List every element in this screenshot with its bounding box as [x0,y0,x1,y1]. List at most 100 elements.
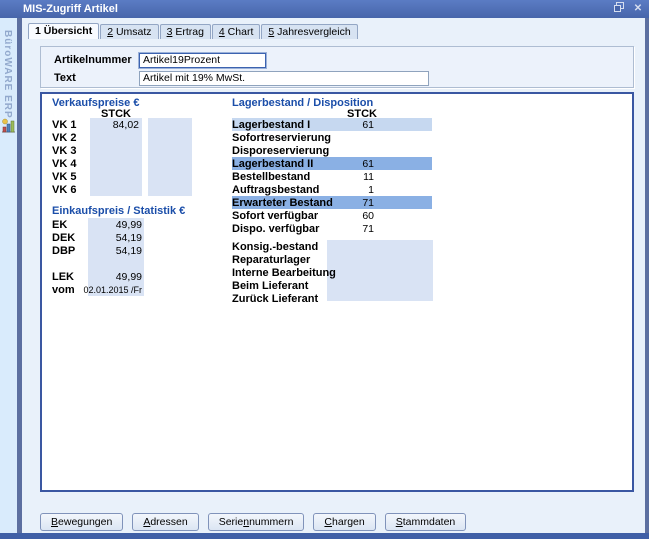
ek-value-cell[interactable]: 49,99 [88,270,144,283]
tab-ertrag[interactable]: 3 Ertrag [160,24,211,39]
chart-icon[interactable] [1,118,16,137]
lager-row: Lagerbestand I61 [232,118,432,131]
window-titlebar[interactable]: MIS-Zugriff Artikel ✕ [0,0,649,18]
vk-row: VK 2 [52,131,192,144]
ek-row [52,257,144,270]
lager-row: Bestellbestand11 [232,170,432,183]
vk-label: VK 4 [52,158,90,170]
button-bar: Bewegungen Adressen Seriennummern Chargen St… [40,513,466,531]
overview-panel: Verkaufspreise € STCK VK 184,02VK 2VK 3V… [40,92,634,492]
ek-table: EK49,99DEK54,19DBP54,19LEK49,99vom02.01.… [52,218,144,296]
ek-value-cell[interactable]: 54,19 [88,244,144,257]
vk-value-cell-2[interactable] [148,118,192,131]
location-label: Reparaturlager [232,254,310,266]
tab-jahresvergleich[interactable]: 5 Jahresvergleich [261,24,357,39]
lager-value: 71 [324,223,374,235]
vk-value-cell[interactable] [90,131,142,144]
vk-table: VK 184,02VK 2VK 3VK 4VK 5VK 6 [52,118,192,196]
ek-value-cell[interactable]: 02.01.2015 /Fr [88,283,144,296]
close-icon: ✕ [634,3,642,15]
tab-chart[interactable]: 4 Chart [212,24,260,39]
location-label: Zurück Lieferant [232,293,318,305]
location-row: Konsig.-bestand [232,240,433,253]
location-label: Interne Bearbeitung [232,267,336,279]
ek-label: LEK [52,271,88,283]
close-button[interactable]: ✕ [632,3,644,15]
restore-button[interactable] [613,3,625,15]
window-title: MIS-Zugriff Artikel [23,3,118,15]
ek-row: LEK49,99 [52,270,144,283]
stammdaten-button[interactable]: Stammdaten [385,513,467,531]
adressen-button[interactable]: Adressen [132,513,198,531]
lager-row: Lagerbestand II61 [232,157,432,170]
vk-label: VK 2 [52,132,90,144]
vk-value-cell[interactable] [90,157,142,170]
ek-row: DBP54,19 [52,244,144,257]
ek-label: DEK [52,232,88,244]
vk-value-cell-2[interactable] [148,183,192,196]
location-row: Reparaturlager [232,253,433,266]
lager-value: 1 [324,184,374,196]
ek-row: vom02.01.2015 /Fr [52,283,144,296]
artikelnummer-row: Artikelnummer [54,52,633,68]
tab-umsatz[interactable]: 2 Umsatz [100,24,158,39]
erp-window: MIS-Zugriff Artikel ✕ BüroWARE ERP 1 Übe… [0,0,649,539]
bottom-frame-bar [0,533,649,539]
text-label: Text [54,72,139,84]
restore-icon [614,2,624,16]
ek-value-cell[interactable]: 54,19 [88,231,144,244]
lager-label: Disporeservierung [232,145,432,157]
ek-label: EK [52,219,88,231]
lager-row: Auftragsbestand1 [232,183,432,196]
sidebar: BüroWARE ERP [0,18,17,533]
lager-value: 61 [324,119,374,131]
lager-value: 71 [324,197,374,209]
bewegungen-button[interactable]: Bewegungen [40,513,123,531]
seriennummern-button[interactable]: Seriennummern [208,513,305,531]
text-input[interactable] [139,71,429,86]
lager-table: Lagerbestand I61SofortreservierungDispor… [232,118,432,235]
vk-label: VK 1 [52,119,90,131]
lager-row: Erwarteter Bestand71 [232,196,432,209]
vk-label: VK 3 [52,145,90,157]
vk-row: VK 4 [52,157,192,170]
lager-value: 60 [324,210,374,222]
lager-row: Sofort verfügbar60 [232,209,432,222]
lager-row: Sofortreservierung [232,131,432,144]
ek-label: DBP [52,245,88,257]
client-area: 1 Übersicht2 Umsatz3 Ertrag4 Chart5 Jahr… [22,18,645,533]
vk-value-cell[interactable] [90,144,142,157]
artikelnummer-input[interactable] [139,53,266,68]
vk-value-cell-2[interactable] [148,157,192,170]
ek-value-cell[interactable]: 49,99 [88,218,144,231]
lager-row: Disporeservierung [232,144,432,157]
vk-row: VK 6 [52,183,192,196]
lager-value: 11 [324,171,374,183]
location-row: Beim Lieferant [232,279,433,292]
ek-value-cell[interactable] [88,257,144,270]
chargen-button[interactable]: Chargen [313,513,375,531]
einkaufspreis-title: Einkaufspreis / Statistik € [52,205,185,217]
artikelnummer-label: Artikelnummer [54,54,139,66]
vk-row: VK 5 [52,170,192,183]
ek-row: EK49,99 [52,218,144,231]
brand-vertical-text: BüroWARE ERP [2,30,13,119]
vk-value-cell-2[interactable] [148,131,192,144]
location-label: Konsig.-bestand [232,241,318,253]
tab-bar: 1 Übersicht2 Umsatz3 Ertrag4 Chart5 Jahr… [28,23,359,39]
location-label: Beim Lieferant [232,280,308,292]
vk-value-cell[interactable] [90,183,142,196]
location-row: Interne Bearbeitung [232,266,433,279]
tab-übersicht[interactable]: 1 Übersicht [28,23,99,39]
vk-value-cell-2[interactable] [148,170,192,183]
vk-value-cell-2[interactable] [148,144,192,157]
location-table: Konsig.-bestandReparaturlagerInterne Bea… [232,240,433,305]
ek-row: DEK54,19 [52,231,144,244]
vk-row: VK 184,02 [52,118,192,131]
lager-label: Sofortreservierung [232,132,432,144]
vk-value-cell[interactable] [90,170,142,183]
vk-label: VK 5 [52,171,90,183]
right-frame-stripe [645,18,649,533]
vk-value-cell[interactable]: 84,02 [90,118,142,131]
article-header-box: Artikelnummer Text [40,46,634,88]
